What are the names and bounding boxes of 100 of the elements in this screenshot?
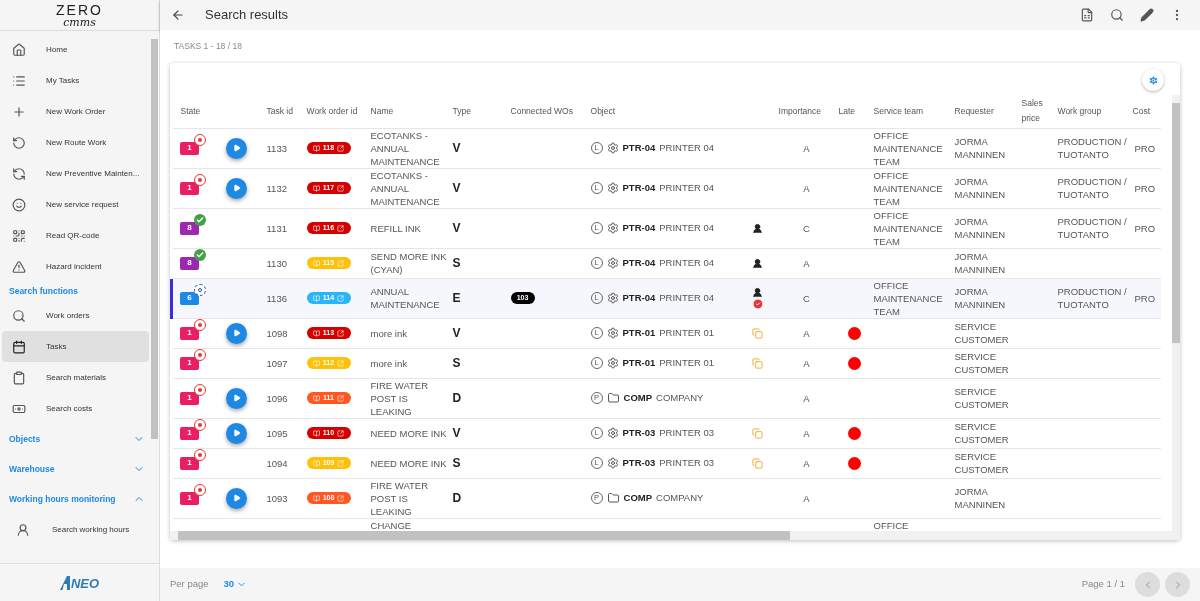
table-cell: OFFICE MAINTENANCE TEAM [871, 168, 953, 208]
calendar-icon [12, 339, 26, 354]
state-badge: 1 [180, 456, 199, 470]
table-cell: C [776, 208, 837, 248]
play-button[interactable] [225, 387, 247, 409]
book-icon [312, 494, 320, 502]
table-cell: 1130 [264, 248, 305, 278]
settings-button[interactable] [1142, 69, 1164, 91]
sidebar-item[interactable]: Tasks [2, 331, 149, 362]
table-cell: 1132 [264, 168, 305, 208]
table-cell: V [450, 318, 509, 348]
object-code: PTR-04 [622, 140, 656, 155]
table-cell: 1095 [264, 418, 305, 448]
play-icon [232, 144, 241, 152]
column-header[interactable]: Importance [776, 95, 837, 128]
column-header[interactable]: Service team [871, 95, 953, 128]
object-code: PTR-01 [622, 325, 656, 340]
table-cell: PRO [1130, 128, 1161, 168]
table-cell: 1093 [264, 478, 305, 518]
sidebar-item[interactable]: Search working hours [2, 514, 149, 545]
sidebar-item[interactable]: New Preventive Mainten... [2, 158, 149, 189]
sidebar-item[interactable]: Read QR-code [2, 220, 149, 251]
table-cell: C [776, 278, 837, 318]
table-cell: PRODUCTION / TUOTANTO [1055, 278, 1131, 318]
table-cell: JORMA MANNINEN [952, 168, 1020, 208]
state-badge: 1 [180, 141, 199, 155]
section-heading: Search functions [8, 284, 79, 298]
sidebar-item[interactable]: Hazard incident [2, 251, 149, 282]
scrollbar[interactable] [151, 39, 158, 439]
column-header[interactable]: Cost [1130, 95, 1161, 128]
back-icon[interactable] [171, 8, 185, 22]
table-cell: ECOTANKS - ANNUAL MAINTENANCE [368, 168, 451, 208]
external-link-icon [337, 144, 345, 152]
search-icon[interactable] [1110, 8, 1124, 22]
table-cell: CHANGE [368, 518, 451, 531]
result-count: TASKS 1 - 18 / 18 [173, 41, 243, 52]
sidebar-item[interactable]: Home [2, 34, 149, 65]
column-header[interactable]: Type [450, 95, 509, 128]
sidebar-item[interactable]: New service request [2, 189, 149, 220]
table-cell: JORMA MANNINEN [952, 248, 1020, 278]
play-button[interactable] [225, 487, 247, 509]
book-icon [312, 429, 320, 437]
state-badge: 1 [180, 326, 199, 340]
vertical-scrollbar[interactable] [1172, 95, 1180, 531]
table-cell: ANNUAL MAINTENANCE [368, 278, 451, 318]
edit-icon[interactable] [1140, 8, 1154, 22]
column-header[interactable]: Object [588, 95, 739, 128]
external-link-icon [336, 394, 344, 402]
settings-icon [1147, 74, 1159, 86]
table-cell: JORMA MANNINEN [952, 478, 1020, 518]
object-code: COMP [623, 390, 652, 405]
object-code: PTR-04 [622, 290, 656, 305]
horizontal-scrollbar[interactable] [170, 531, 1180, 540]
object-name: PRINTER 01 [659, 325, 715, 340]
sidebar-item[interactable]: Search materials [2, 362, 149, 393]
table-cell: REFILL INK [368, 208, 451, 248]
column-header[interactable]: Late [836, 95, 872, 128]
sidebar-item[interactable]: Work orders [2, 300, 149, 331]
face-icon [12, 197, 26, 212]
table-cell: OFFICE [871, 518, 953, 531]
column-header[interactable]: Work order id [304, 95, 369, 128]
column-header[interactable]: Connected WOs [508, 95, 589, 128]
play-button[interactable] [225, 177, 247, 199]
play-button[interactable] [225, 137, 247, 159]
column-header[interactable]: Name [368, 95, 451, 128]
play-button[interactable] [225, 422, 247, 444]
table-cell: 1131 [264, 208, 305, 248]
column-header[interactable]: State [171, 95, 265, 128]
column-header[interactable]: Requester [952, 95, 1020, 128]
table-cell: PRO [1130, 168, 1161, 208]
table-cell: V [450, 208, 509, 248]
sidebar-item[interactable]: Search costs [2, 393, 149, 424]
logo-text: ZERO [56, 2, 103, 17]
column-header[interactable]: Work group [1055, 95, 1131, 128]
table-cell: SERVICE CUSTOMER [952, 378, 1020, 418]
sidebar-item[interactable]: New Route Work [2, 127, 149, 158]
table-cell: SEND MORE INK (CYAN) [368, 248, 451, 278]
sidebar-item[interactable]: My Tasks [2, 65, 149, 96]
table-cell: SERVICE CUSTOMER [952, 318, 1020, 348]
column-header[interactable]: Sales price [1019, 95, 1056, 128]
table-cell: 1133 [264, 128, 305, 168]
external-link-icon [337, 224, 345, 232]
table-cell: V [450, 168, 509, 208]
play-button[interactable] [225, 322, 247, 344]
object-code: PTR-04 [622, 255, 656, 270]
search-icon [12, 308, 26, 323]
external-link-icon [337, 429, 345, 437]
sidebar-item[interactable]: New Work Order [2, 96, 149, 127]
object-name: PRINTER 03 [659, 455, 715, 470]
state-badge: 8 [180, 221, 199, 235]
table-cell: D [450, 378, 509, 418]
object-name: COMPANY [656, 390, 704, 405]
table-cell: PRODUCTION / TUOTANTO [1055, 168, 1131, 208]
play-icon [232, 394, 241, 402]
state-badge: 8 [180, 256, 199, 270]
table-cell: SERVICE CUSTOMER [952, 448, 1020, 478]
table-cell: A [776, 128, 837, 168]
spreadsheet-icon[interactable] [1080, 8, 1094, 22]
column-header[interactable]: Task id [264, 95, 305, 128]
sidebar-group[interactable]: Warehouse [0, 454, 151, 484]
